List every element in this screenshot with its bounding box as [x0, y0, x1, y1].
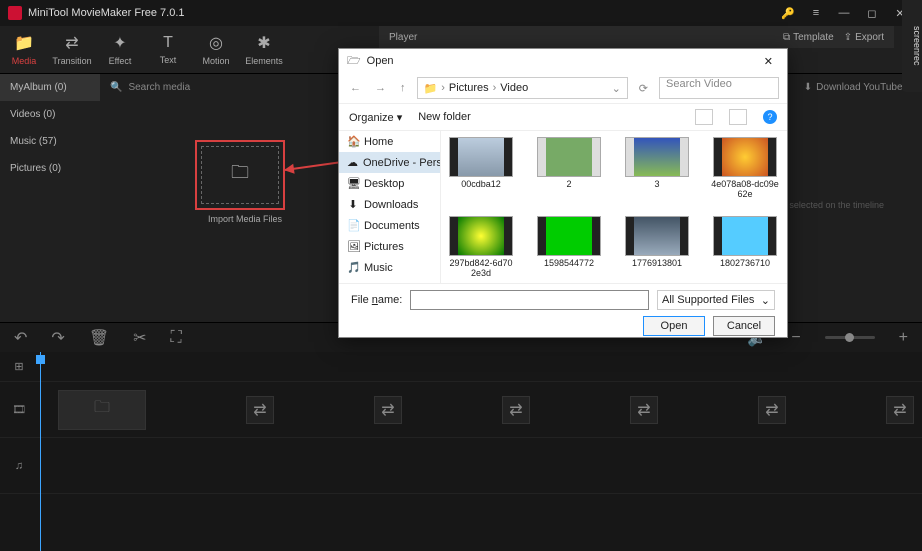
organize-button[interactable]: Organize ▾: [349, 111, 402, 124]
sidebar-item[interactable]: Pictures (0): [0, 155, 100, 182]
file-item[interactable]: 00cdba12: [447, 137, 515, 200]
import-label: Import Media Files: [195, 214, 295, 224]
minimize-button[interactable]: —: [830, 7, 858, 19]
export-button[interactable]: ⇪ Export: [844, 32, 884, 43]
audio-track-icon: ♫: [0, 460, 38, 472]
filename-input[interactable]: [410, 290, 649, 310]
file-item[interactable]: 2: [535, 137, 603, 200]
filename-label: File name:: [351, 294, 402, 306]
folder-tree-item[interactable]: ☁OneDrive - Pers: [339, 152, 440, 173]
zoom-slider[interactable]: [825, 336, 875, 339]
transition-slot[interactable]: ⇄: [758, 396, 786, 424]
search-media[interactable]: Search media: [128, 82, 190, 93]
undo-button[interactable]: ↶: [14, 328, 27, 348]
template-button[interactable]: ⧉ Template: [783, 32, 834, 43]
empty-clip[interactable]: 🗀: [58, 390, 146, 430]
transition-slot[interactable]: ⇄: [246, 396, 274, 424]
cut-button[interactable]: ✂: [133, 328, 146, 348]
toolbar-media[interactable]: 📁Media: [0, 26, 48, 73]
transition-slot[interactable]: ⇄: [886, 396, 914, 424]
app-logo: [8, 6, 22, 20]
preview-pane-button[interactable]: [729, 109, 747, 125]
open-dialog: 🗁 Open ✕ ← → ↑ 📁› Pictures› Video ⌄ ⟳ Se…: [338, 48, 788, 338]
file-item[interactable]: 1776913801: [623, 216, 691, 279]
cancel-button[interactable]: Cancel: [713, 316, 775, 336]
toolbar-elements[interactable]: ✱Elements: [240, 26, 288, 73]
sidebar-item[interactable]: MyAlbum (0): [0, 74, 100, 101]
search-icon: 🔍: [110, 82, 122, 93]
sidebar-item[interactable]: Music (57): [0, 128, 100, 155]
zoom-in-button[interactable]: +: [899, 329, 908, 347]
download-youtube[interactable]: ⬇ Download YouTube V: [804, 82, 912, 93]
dialog-icon: 🗁: [347, 52, 361, 71]
folder-tree-item[interactable]: 🎵Music: [339, 257, 440, 278]
playhead[interactable]: [40, 352, 41, 551]
nav-forward-button[interactable]: →: [372, 82, 389, 94]
folder-icon: 📁: [424, 82, 438, 95]
folder-tree-item[interactable]: 📄Documents: [339, 215, 440, 236]
maximize-button[interactable]: ◻: [858, 7, 886, 20]
open-button[interactable]: Open: [643, 316, 705, 336]
folder-tree-item[interactable]: ⬇Downloads: [339, 194, 440, 215]
nav-back-button[interactable]: ←: [347, 82, 364, 94]
app-title: MiniTool MovieMaker Free 7.0.1: [28, 7, 185, 19]
folder-tree-item[interactable]: 🖼Pictures: [339, 236, 440, 257]
redo-button[interactable]: ↷: [51, 328, 64, 348]
filetype-select[interactable]: All Supported Files⌄: [657, 290, 775, 310]
delete-button[interactable]: 🗑: [89, 328, 109, 348]
path-bar[interactable]: 📁› Pictures› Video ⌄: [417, 77, 628, 99]
dialog-search-input[interactable]: Search Video: [659, 77, 779, 99]
transition-slot[interactable]: ⇄: [374, 396, 402, 424]
transition-slot[interactable]: ⇄: [502, 396, 530, 424]
file-item[interactable]: 297bd842-6d702e3d: [447, 216, 515, 279]
transition-slot[interactable]: ⇄: [630, 396, 658, 424]
toolbar-text[interactable]: TText: [144, 26, 192, 73]
dialog-title: Open: [367, 55, 394, 67]
file-item[interactable]: 3: [623, 137, 691, 200]
file-item[interactable]: 1598544772: [535, 216, 603, 279]
refresh-button[interactable]: ⟳: [636, 82, 651, 95]
track-header-icon[interactable]: ⊞: [0, 360, 38, 373]
video-track-icon: 🎞: [0, 403, 38, 416]
import-media-box[interactable]: 🗀: [195, 140, 285, 210]
player-label: Player: [389, 32, 417, 43]
key-icon[interactable]: 🔑: [774, 7, 802, 20]
nav-up-button[interactable]: ↑: [397, 82, 409, 94]
folder-tree-item[interactable]: 🏠Home: [339, 131, 440, 152]
sidebar-item[interactable]: Videos (0): [0, 101, 100, 128]
help-button[interactable]: ?: [763, 110, 777, 124]
view-button[interactable]: [695, 109, 713, 125]
toolbar-motion[interactable]: ◎Motion: [192, 26, 240, 73]
file-item[interactable]: 4e078a08-dc09e62e: [711, 137, 779, 200]
toolbar-transition[interactable]: ⇄Transition: [48, 26, 96, 73]
screenrec-tab[interactable]: screenrec: [902, 0, 922, 92]
toolbar-effect[interactable]: ✦Effect: [96, 26, 144, 73]
menu-icon[interactable]: ≡: [802, 7, 830, 19]
zoom-out-button[interactable]: −: [791, 329, 800, 347]
dialog-close-button[interactable]: ✕: [758, 55, 779, 68]
new-folder-button[interactable]: New folder: [418, 111, 471, 123]
folder-tree-item[interactable]: 🖥Desktop: [339, 173, 440, 194]
file-item[interactable]: 1802736710: [711, 216, 779, 279]
crop-button[interactable]: ⛶: [171, 329, 182, 347]
